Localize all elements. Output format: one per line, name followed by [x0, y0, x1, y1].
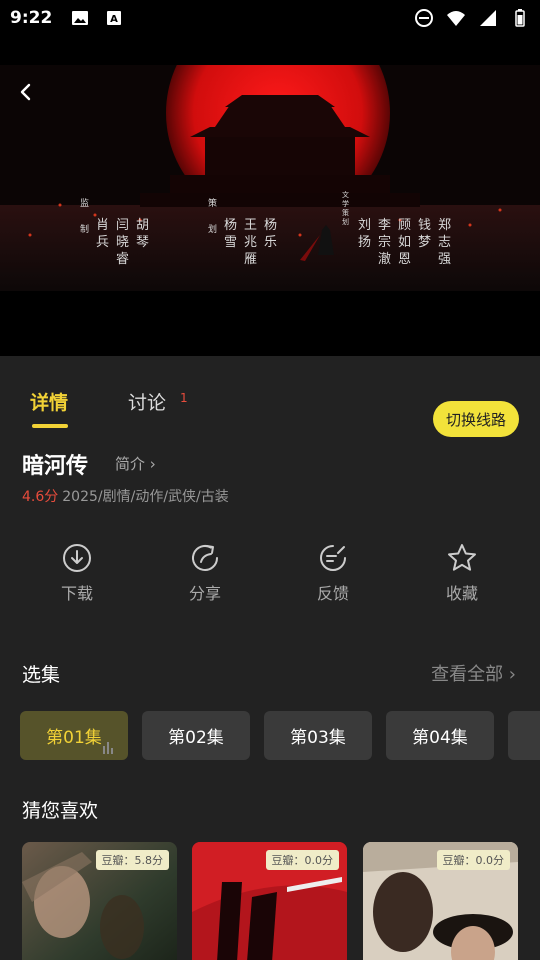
tab-discuss[interactable]: 讨论: [128, 388, 166, 415]
text-a-icon: A: [107, 11, 122, 25]
episode-list: 第01集 第02集 第03集 第04集: [20, 711, 540, 761]
svg-text:A: A: [110, 14, 118, 25]
do-not-disturb-icon: [415, 9, 433, 27]
view-all-label: 查看全部: [431, 664, 504, 685]
credits-group-3: 文学策划 刘扬 李宗澈 顾如恩 钱梦 郑志强: [342, 191, 452, 267]
episode-label: 第03集: [290, 728, 346, 748]
video-player[interactable]: 监制 肖兵 闫晓睿 胡琴 策划 杨雪 王兆雁 杨乐 文学策划 刘扬 李宗澈 顾如…: [0, 36, 540, 356]
douban-score-badge: 豆瓣：5.8分: [95, 850, 169, 870]
recommend-card[interactable]: 豆瓣：0.0分: [192, 842, 347, 960]
view-all-link[interactable]: 查看全部 ›: [431, 660, 516, 686]
video-frame[interactable]: 监制 肖兵 闫晓睿 胡琴 策划 杨雪 王兆雁 杨乐 文学策划 刘扬 李宗澈 顾如…: [0, 65, 540, 291]
recommend-card[interactable]: 豆瓣：5.8分: [22, 842, 177, 960]
action-row: 下载 分享 反馈 收藏: [0, 542, 540, 612]
chevron-right-icon: ›: [503, 664, 516, 685]
douban-score-badge: 豆瓣：0.0分: [265, 850, 339, 870]
chevron-left-icon: [20, 83, 31, 101]
show-score: 4.6分: [22, 489, 59, 505]
feedback-label: 反馈: [316, 584, 349, 603]
feedback-button[interactable]: 反馈: [293, 542, 373, 604]
intro-link[interactable]: 简介 ›: [115, 453, 156, 474]
show-meta: 4.6分 2025/剧情/动作/武侠/古装: [22, 486, 229, 506]
share-icon: [192, 545, 218, 571]
credits-group-1: 监制 肖兵 闫晓睿 胡琴: [80, 199, 150, 267]
discuss-count-badge: 1: [180, 391, 188, 405]
detail-panel: 详情 讨论 1 切换线路 暗河传 简介 › 4.6分 2025/剧情/动作/武侠/…: [0, 356, 540, 960]
show-info: 2025/剧情/动作/武侠/古装: [62, 489, 229, 505]
episode-label: 第01集: [46, 728, 102, 748]
status-bar: 9:22 A: [0, 0, 540, 36]
recommend-card[interactable]: 豆瓣：0.0分: [363, 842, 518, 960]
episode-item[interactable]: 第03集: [264, 711, 372, 760]
battery-icon: [515, 9, 525, 27]
tab-bar: 详情 讨论 1 切换线路: [0, 376, 540, 437]
credits-group-2: 策划 杨雪 王兆雁 杨乐: [208, 199, 278, 267]
episode-label: 第02集: [168, 728, 224, 748]
signal-icon: [480, 10, 496, 26]
chevron-right-icon: ›: [145, 455, 156, 473]
back-button[interactable]: [12, 78, 40, 106]
download-icon: [63, 544, 91, 572]
image-icon: [72, 11, 89, 25]
star-icon: [448, 544, 476, 571]
tab-detail[interactable]: 详情: [30, 388, 68, 415]
show-title: 暗河传: [22, 454, 89, 479]
episode-item[interactable]: 第04集: [386, 711, 494, 760]
favorite-button[interactable]: 收藏: [422, 542, 502, 604]
status-time: 9:22: [10, 8, 53, 28]
tab-active-indicator: [32, 424, 68, 428]
download-button[interactable]: 下载: [37, 542, 117, 604]
recommend-title: 猜您喜欢: [22, 800, 99, 822]
favorite-label: 收藏: [445, 584, 478, 603]
recommend-list: 豆瓣：5.8分 豆瓣：0.0分 豆瓣：0.0分: [22, 842, 540, 960]
episode-item[interactable]: 第02集: [142, 711, 250, 760]
intro-link-label: 简介: [115, 455, 146, 473]
feedback-icon: [320, 545, 346, 571]
share-label: 分享: [188, 584, 221, 603]
episode-item[interactable]: [508, 711, 540, 760]
playing-bars-icon: [103, 742, 113, 754]
share-button[interactable]: 分享: [165, 542, 245, 604]
wifi-icon: [447, 11, 465, 26]
episode-label: 第04集: [412, 728, 468, 748]
episode-item[interactable]: 第01集: [20, 711, 128, 760]
download-label: 下载: [60, 584, 93, 603]
switch-line-button[interactable]: 切换线路: [433, 401, 519, 437]
douban-score-badge: 豆瓣：0.0分: [436, 850, 510, 870]
episodes-title: 选集: [22, 664, 61, 686]
